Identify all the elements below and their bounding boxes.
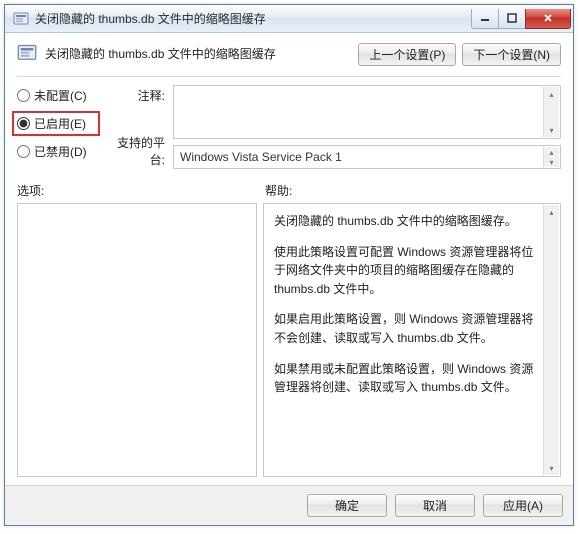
close-button[interactable] [525, 9, 571, 29]
options-label: 选项: [17, 182, 265, 199]
policy-icon [17, 43, 37, 63]
scrollbar[interactable]: ▴ ▾ [543, 147, 559, 167]
titlebar[interactable]: 关闭隐藏的 thumbs.db 文件中的缩略图缓存 [5, 5, 573, 33]
window-title: 关闭隐藏的 thumbs.db 文件中的缩略图缓存 [35, 10, 472, 27]
radio-disabled[interactable]: 已禁用(D) [17, 143, 97, 160]
radio-not-configured-label: 未配置(C) [34, 87, 87, 104]
policy-icon [13, 11, 29, 27]
dialog-footer: 确定 取消 应用(A) [5, 485, 573, 525]
scroll-down-icon[interactable]: ▾ [544, 157, 559, 167]
apply-button[interactable]: 应用(A) [483, 494, 563, 517]
minimize-button[interactable] [471, 9, 499, 29]
help-text: 关闭隐藏的 thumbs.db 文件中的缩略图缓存。 使用此策略设置可配置 Wi… [274, 212, 538, 397]
scroll-up-icon[interactable]: ▴ [544, 87, 559, 101]
radio-disabled-label: 已禁用(D) [34, 143, 87, 160]
maximize-button[interactable] [498, 9, 526, 29]
page-title: 关闭隐藏的 thumbs.db 文件中的缩略图缓存 [45, 45, 276, 62]
comment-label: 注释: [105, 87, 165, 104]
help-paragraph: 如果禁用或未配置此策略设置，则 Windows 资源管理器将创建、读取或写入 t… [274, 360, 538, 397]
scrollbar[interactable]: ▴ ▾ [543, 87, 559, 137]
radio-enabled[interactable]: 已启用(E) [15, 114, 97, 133]
radio-enabled-label: 已启用(E) [34, 115, 86, 132]
options-panel [17, 203, 257, 477]
platform-label: 支持的平台: [105, 134, 165, 168]
cancel-button[interactable]: 取消 [395, 494, 475, 517]
scroll-down-icon[interactable]: ▾ [544, 123, 559, 137]
scrollbar[interactable]: ▴ ▾ [543, 205, 559, 475]
window-controls [472, 9, 571, 29]
supported-platform-field: Windows Vista Service Pack 1 ▴ ▾ [173, 145, 561, 169]
help-paragraph: 关闭隐藏的 thumbs.db 文件中的缩略图缓存。 [274, 212, 538, 231]
radio-not-configured-input[interactable] [17, 89, 30, 102]
radio-enabled-input[interactable] [17, 117, 30, 130]
supported-platform-value: Windows Vista Service Pack 1 [180, 150, 342, 164]
next-setting-button[interactable]: 下一个设置(N) [462, 43, 561, 66]
content-area: 关闭隐藏的 thumbs.db 文件中的缩略图缓存 上一个设置(P) 下一个设置… [5, 33, 573, 485]
comment-textarea[interactable]: ▴ ▾ [173, 85, 561, 139]
scroll-up-icon[interactable]: ▴ [544, 205, 559, 219]
radio-not-configured[interactable]: 未配置(C) [17, 87, 97, 104]
separator [17, 76, 561, 77]
state-radio-group: 未配置(C) 已启用(E) 已禁用(D) [17, 85, 97, 170]
help-panel: 关闭隐藏的 thumbs.db 文件中的缩略图缓存。 使用此策略设置可配置 Wi… [263, 203, 561, 477]
dialog-window: 关闭隐藏的 thumbs.db 文件中的缩略图缓存 关闭隐藏的 thumbs.d… [4, 4, 574, 526]
previous-setting-button[interactable]: 上一个设置(P) [358, 43, 456, 66]
radio-disabled-input[interactable] [17, 145, 30, 158]
scroll-up-icon[interactable]: ▴ [544, 147, 559, 157]
help-paragraph: 如果启用此策略设置，则 Windows 资源管理器将不会创建、读取或写入 thu… [274, 310, 538, 347]
ok-button[interactable]: 确定 [307, 494, 387, 517]
help-label: 帮助: [265, 182, 292, 199]
help-paragraph: 使用此策略设置可配置 Windows 资源管理器将位于网络文件夹中的项目的缩略图… [274, 243, 538, 299]
scroll-down-icon[interactable]: ▾ [544, 461, 559, 475]
